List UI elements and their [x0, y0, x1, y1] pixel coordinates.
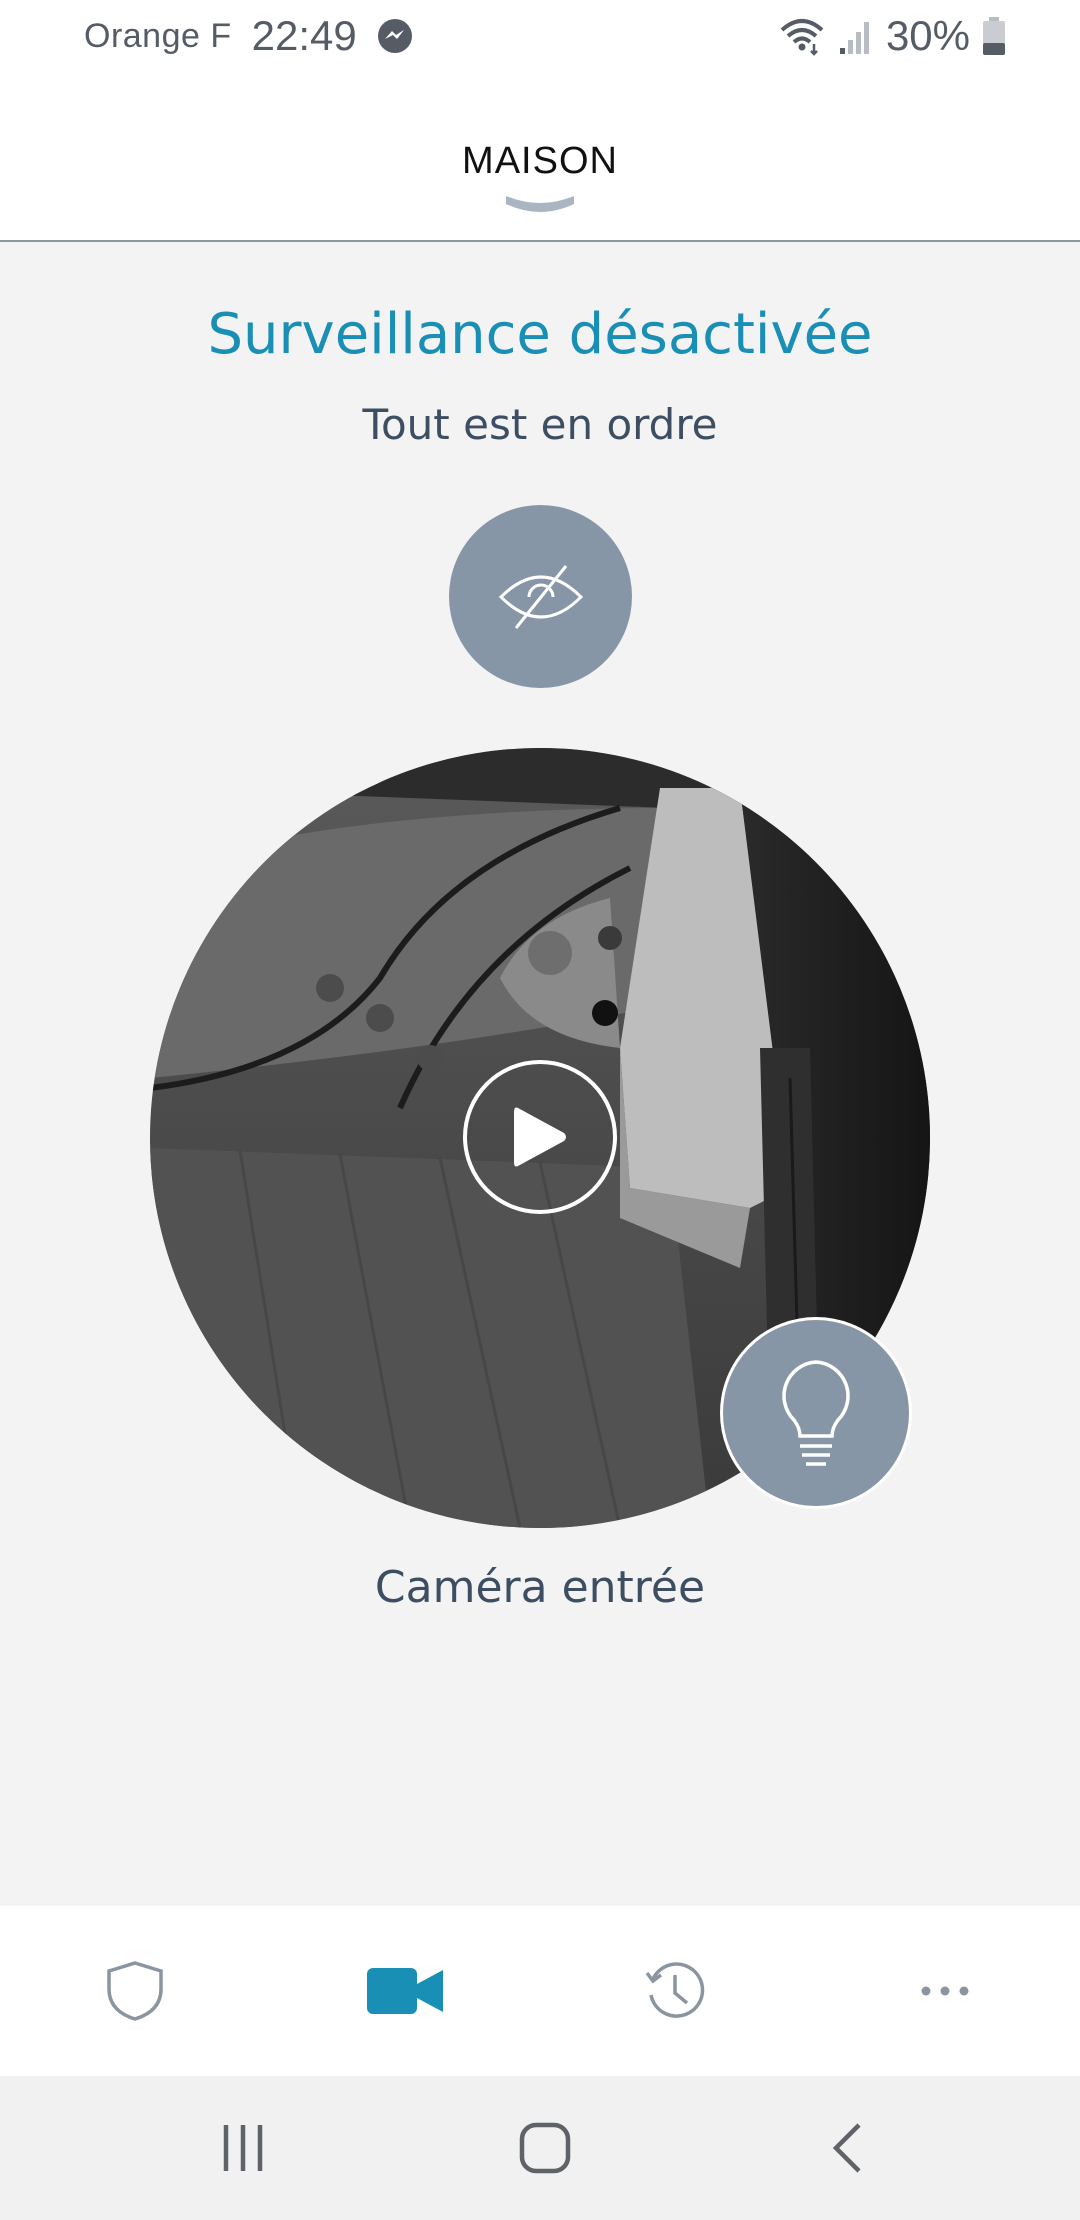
status-right: 30%: [778, 12, 1006, 60]
surveillance-status-subtitle: Tout est en ordre: [362, 400, 718, 449]
tab-security[interactable]: [0, 1906, 270, 2076]
shield-icon: [107, 1961, 163, 2021]
more-icon: [921, 1986, 969, 1996]
header: MAISON: [0, 72, 1080, 242]
carrier-name: Orange F: [84, 16, 232, 55]
privacy-toggle-button[interactable]: [449, 505, 632, 688]
clock: 22:49: [251, 12, 357, 59]
messenger-icon: [377, 19, 412, 53]
battery-icon: [983, 17, 1005, 55]
back-button[interactable]: [787, 2076, 907, 2220]
recent-apps-icon: [223, 2125, 263, 2171]
status-bar: Orange F 22:49 30%: [0, 0, 1080, 72]
signal-icon: [839, 22, 869, 54]
tab-more[interactable]: [810, 1906, 1080, 2076]
home-icon: [519, 2122, 571, 2174]
system-navigation-bar: [0, 2076, 1080, 2220]
light-toggle-button[interactable]: [720, 1317, 912, 1509]
back-icon: [832, 2123, 861, 2173]
battery-percentage: 30%: [885, 12, 970, 59]
play-button[interactable]: [463, 1060, 617, 1214]
play-icon: [514, 1107, 566, 1167]
tab-cameras[interactable]: [270, 1906, 540, 2076]
video-camera-icon: [367, 1968, 443, 2014]
camera-name-label: Caméra entrée: [374, 1562, 706, 1613]
home-button[interactable]: [485, 2076, 605, 2220]
tab-history[interactable]: [540, 1906, 810, 2076]
surveillance-status-title: Surveillance désactivée: [207, 302, 873, 367]
bottom-tab-bar: [0, 1906, 1080, 2076]
location-title[interactable]: MAISON: [0, 140, 1080, 183]
lightbulb-icon: [782, 1360, 850, 1466]
history-icon: [645, 1962, 705, 2018]
eye-off-icon: [498, 564, 583, 629]
wifi-icon: [780, 19, 824, 56]
chevron-down-icon[interactable]: [500, 190, 580, 220]
recent-apps-button[interactable]: [183, 2076, 303, 2220]
status-left: Orange F 22:49: [84, 12, 413, 60]
